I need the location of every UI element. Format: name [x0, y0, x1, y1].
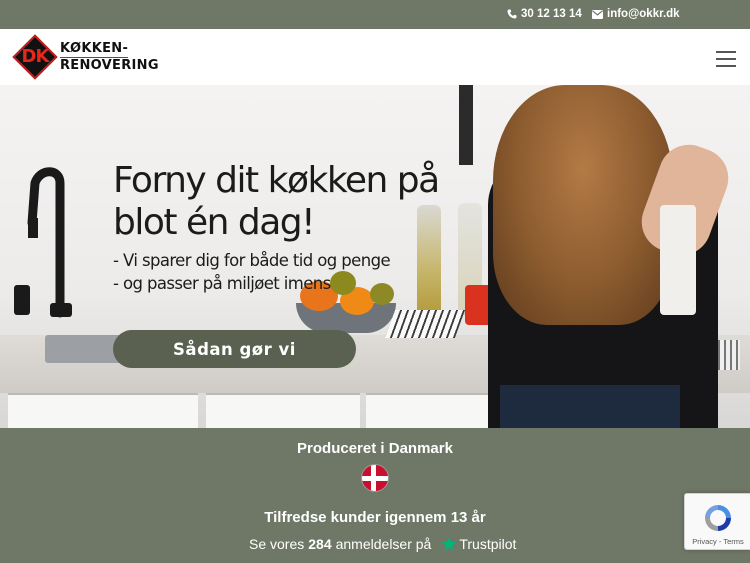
phone-link[interactable]: 30 12 13 14	[507, 8, 582, 20]
phone-icon	[507, 9, 517, 19]
logo-mark-text: DK	[21, 46, 50, 67]
satisfied-customers-text: Tilfredse kunder igennem 13 år	[264, 509, 486, 526]
email-link[interactable]: info@okkr.dk	[592, 8, 680, 20]
danish-flag-icon	[361, 464, 389, 492]
logo-line-1: KØKKEN-	[60, 40, 129, 58]
phone-number: 30 12 13 14	[521, 8, 582, 20]
recaptcha-icon	[705, 505, 731, 531]
logo-text: KØKKEN- RENOVERING	[60, 41, 159, 74]
hero-section: Forny dit køkken på blot én dag! - Vi sp…	[0, 85, 750, 428]
striped-towel	[384, 310, 466, 338]
top-bar: 30 12 13 14 info@okkr.dk	[0, 0, 750, 29]
envelope-icon	[592, 9, 603, 19]
cabinet-door	[8, 393, 198, 428]
hero-subline: - Vi sparer dig for både tid og penge - …	[113, 249, 391, 295]
trustpilot-logo[interactable]: Trustpilot	[441, 536, 516, 552]
trust-band: Produceret i Danmark Tilfredse kunder ig…	[0, 428, 750, 563]
reviews-mid: anmeldelser på	[335, 536, 432, 552]
made-in-denmark-text: Produceret i Danmark	[297, 440, 453, 457]
cabinet-door	[206, 393, 360, 428]
site-logo[interactable]: DK KØKKEN- RENOVERING	[12, 34, 159, 80]
trustpilot-star-icon	[442, 537, 457, 551]
how-we-do-it-button[interactable]: Sådan gør vi	[113, 330, 356, 368]
recaptcha-links[interactable]: Privacy - Terms	[685, 537, 750, 546]
hero-subline-2: - og passer på miljøet imens	[113, 274, 331, 293]
trustpilot-label: Trustpilot	[459, 536, 517, 552]
soap-dispenser	[14, 285, 30, 315]
cabinet-door	[366, 393, 496, 428]
email-address: info@okkr.dk	[607, 8, 680, 20]
logo-mark: DK	[12, 34, 58, 80]
hero-subline-1: - Vi sparer dig for både tid og penge	[113, 251, 391, 270]
recaptcha-badge[interactable]: Privacy - Terms	[684, 493, 750, 550]
woman-jeans	[500, 385, 680, 428]
reviews-count: 284	[308, 536, 332, 552]
hero-headline: Forny dit køkken på blot én dag!	[113, 160, 440, 243]
hamburger-menu-icon[interactable]	[716, 51, 736, 72]
site-header: DK KØKKEN- RENOVERING	[0, 29, 750, 85]
reviews-link[interactable]: Se vores 284 anmeldelser på Trustpilot	[249, 536, 516, 552]
reviews-prefix: Se vores	[249, 536, 305, 552]
vase	[660, 205, 696, 315]
wall-rail	[459, 85, 473, 165]
logo-line-2: RENOVERING	[60, 57, 159, 73]
